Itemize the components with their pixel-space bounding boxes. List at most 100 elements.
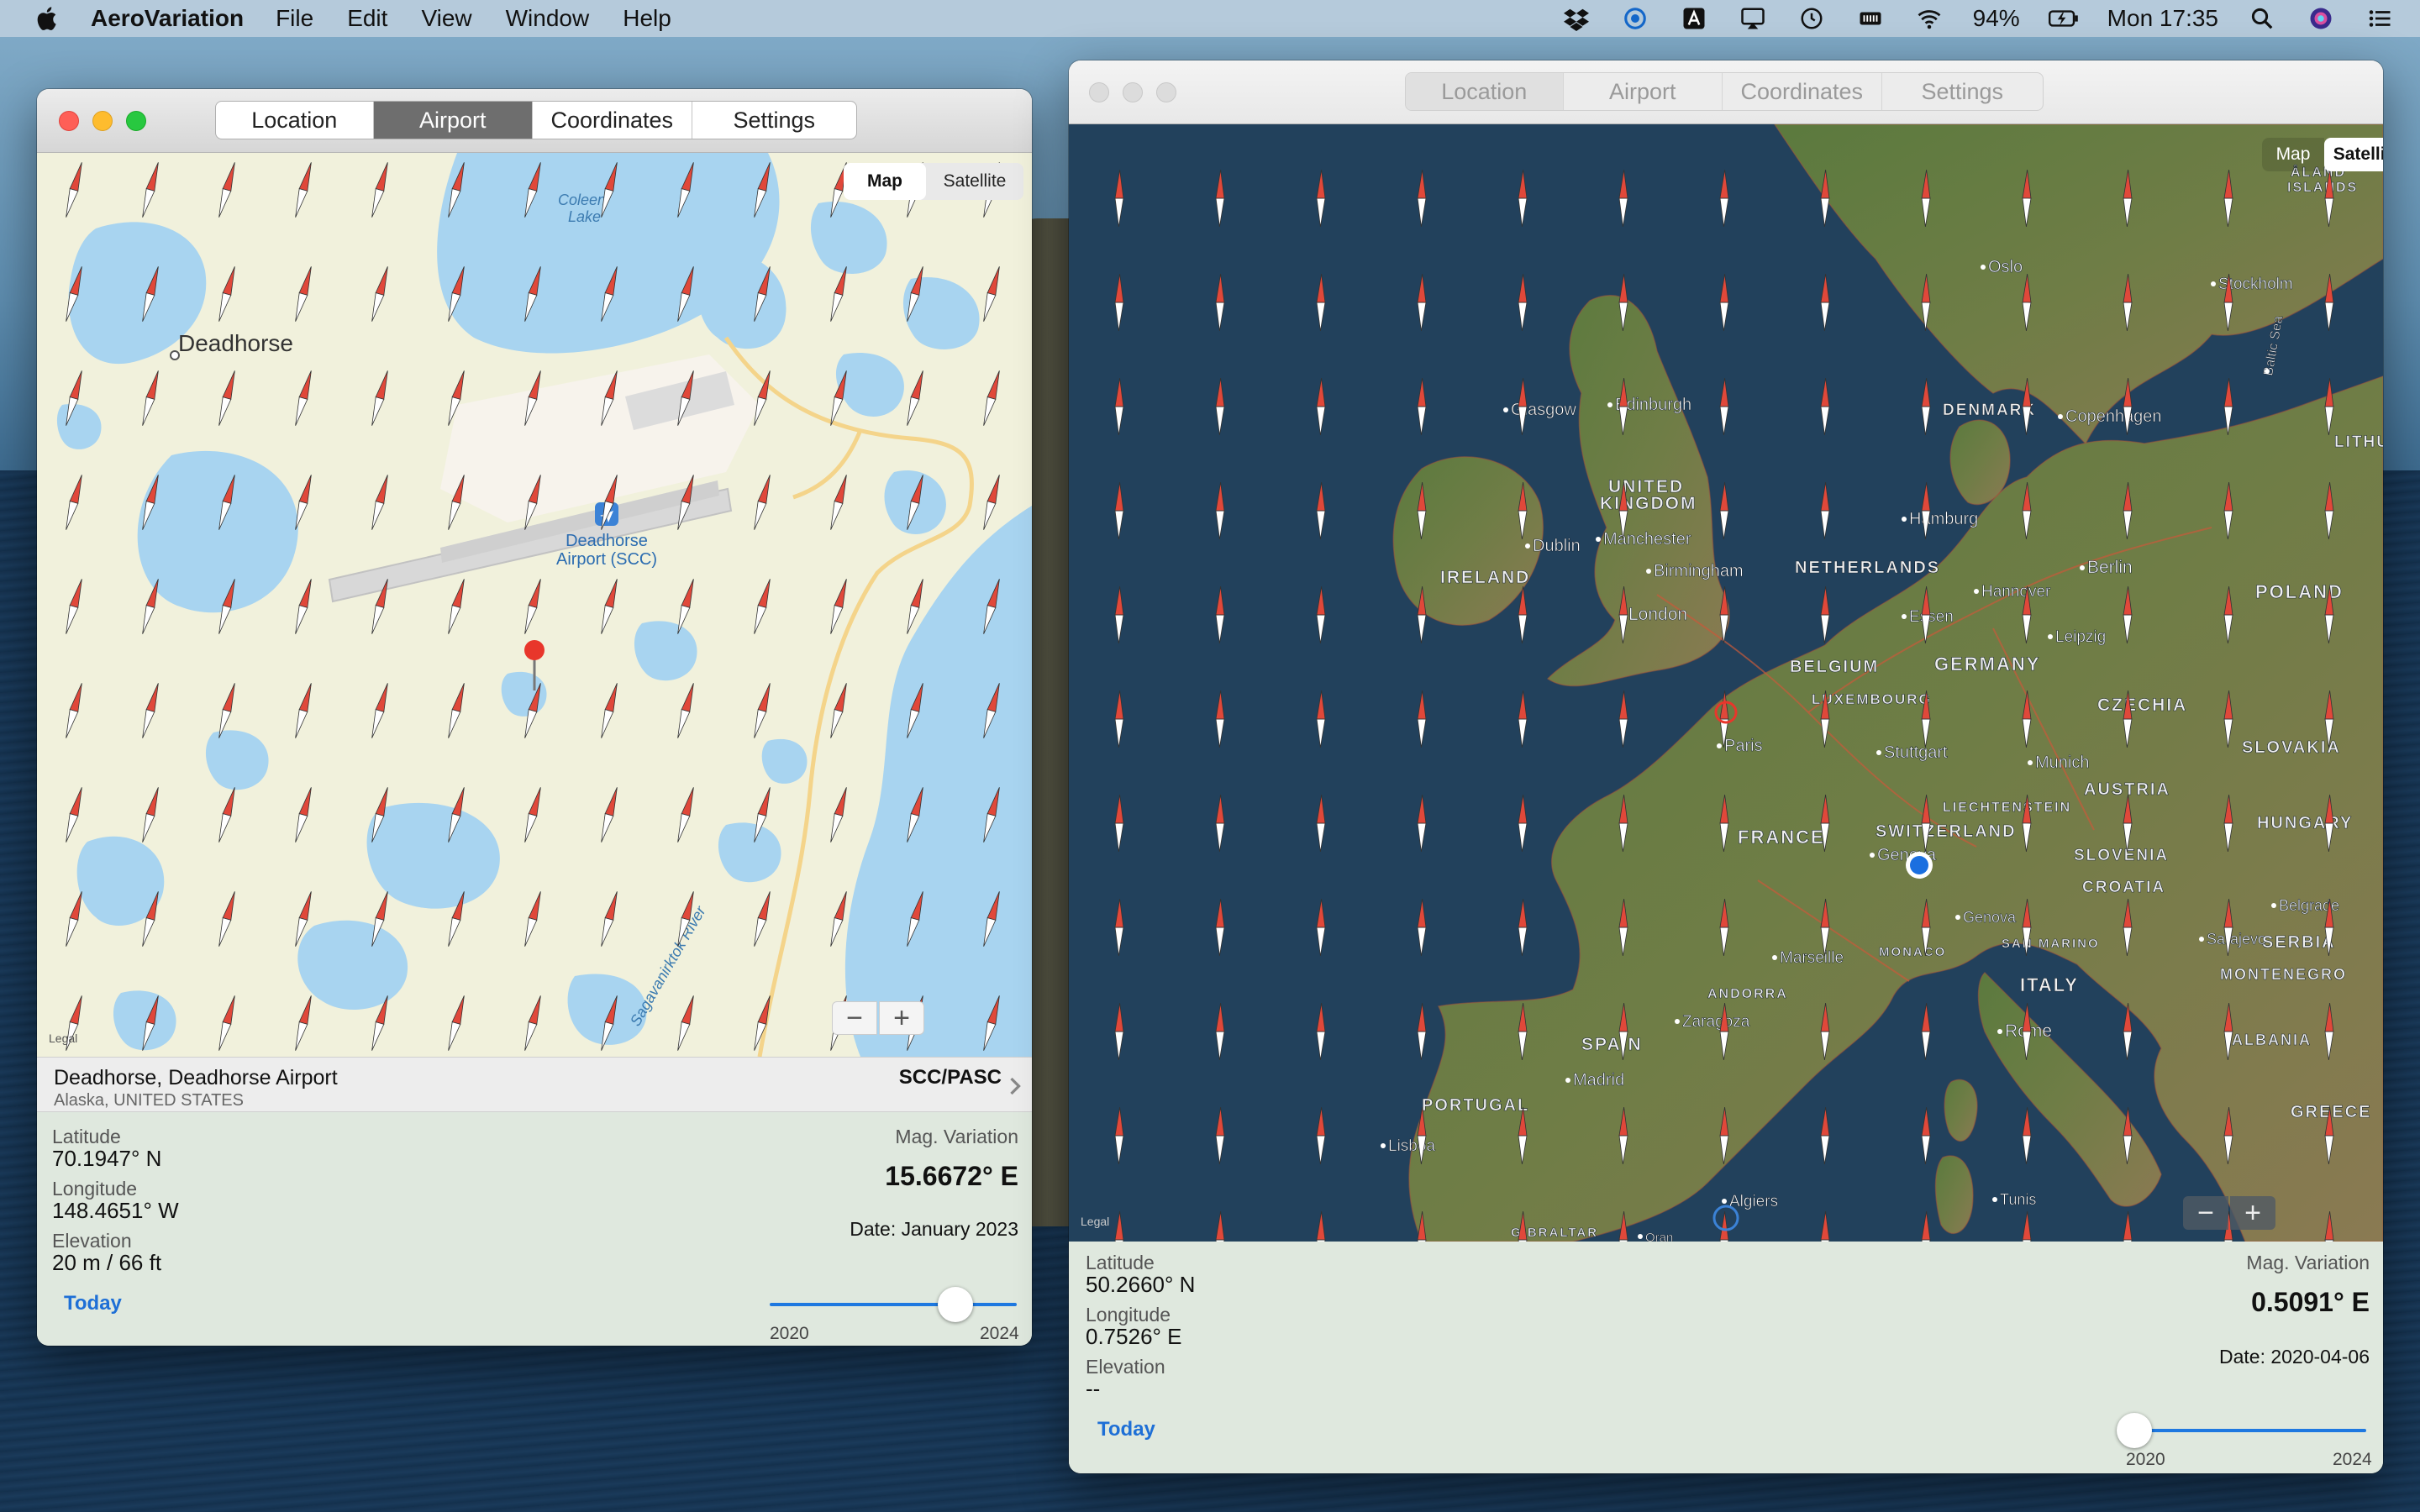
map-type-map[interactable]: Map bbox=[2262, 138, 2324, 171]
memory-icon[interactable] bbox=[1855, 6, 1886, 31]
map-label-slovakia: SLOVAKIA bbox=[2242, 738, 2341, 757]
tab-airport[interactable]: Airport bbox=[1564, 73, 1723, 110]
map-legal-link[interactable]: Legal bbox=[49, 1032, 77, 1045]
compass-needle-icon bbox=[677, 683, 694, 738]
tab-settings[interactable]: Settings bbox=[1882, 73, 2044, 110]
map-label-andorra: ANDORRA bbox=[1707, 987, 1788, 1001]
menu-window[interactable]: Window bbox=[506, 5, 590, 32]
close-button[interactable] bbox=[1089, 82, 1109, 102]
compass-needle-icon bbox=[830, 475, 847, 530]
menu-help[interactable]: Help bbox=[623, 5, 671, 32]
airplay-icon[interactable] bbox=[1738, 6, 1768, 31]
compass-needle-icon bbox=[295, 162, 312, 218]
slider-track[interactable] bbox=[2134, 1429, 2366, 1432]
menu-edit[interactable]: Edit bbox=[347, 5, 387, 32]
close-button[interactable] bbox=[59, 111, 79, 131]
zoom-out-button[interactable]: − bbox=[2183, 1196, 2228, 1230]
siri-icon[interactable] bbox=[2306, 6, 2336, 31]
map-label-zaragoza: Zaragoza bbox=[1682, 1013, 1750, 1031]
menu-file[interactable]: File bbox=[276, 5, 313, 32]
battery-charging-icon[interactable] bbox=[2048, 6, 2079, 31]
map-label-paris: Paris bbox=[1724, 737, 1763, 755]
city-dot bbox=[1525, 543, 1530, 549]
apple-menu-icon[interactable] bbox=[34, 4, 62, 33]
city-dot bbox=[1675, 1019, 1680, 1024]
compass-needle-icon bbox=[371, 475, 388, 530]
tab-location[interactable]: Location bbox=[216, 102, 374, 139]
app-store-icon[interactable] bbox=[1679, 6, 1709, 31]
compass-needle-icon bbox=[66, 162, 82, 218]
compass-needle-icon bbox=[677, 995, 694, 1051]
minimize-button[interactable] bbox=[92, 111, 113, 131]
menubar-clock[interactable]: Mon 17:35 bbox=[2107, 5, 2218, 32]
wifi-icon[interactable] bbox=[1914, 6, 1944, 31]
map-type-map[interactable]: Map bbox=[844, 163, 926, 200]
slider-knob[interactable] bbox=[937, 1287, 973, 1322]
zoom-button[interactable] bbox=[126, 111, 146, 131]
city-dot bbox=[1638, 1234, 1643, 1239]
compass-needle-icon bbox=[677, 787, 694, 843]
airport-info-bar[interactable]: Deadhorse, Deadhorse Airport Alaska, UNI… bbox=[37, 1057, 1032, 1112]
spotlight-search-icon[interactable] bbox=[2247, 6, 2277, 31]
today-button[interactable]: Today bbox=[64, 1292, 122, 1315]
map-label-lake-2: Lake bbox=[568, 208, 601, 225]
minimize-button[interactable] bbox=[1123, 82, 1143, 102]
sync-icon[interactable] bbox=[1620, 6, 1650, 31]
zoom-out-button[interactable]: − bbox=[832, 1001, 877, 1035]
compass-needle-icon bbox=[142, 683, 159, 738]
tab-airport[interactable]: Airport bbox=[373, 102, 534, 139]
map-label-hamburg: Hamburg bbox=[1909, 510, 1978, 528]
time-machine-icon[interactable] bbox=[1797, 6, 1827, 31]
map-type-satellite[interactable]: Satellite bbox=[926, 163, 1023, 200]
latitude-label: Latitude bbox=[52, 1126, 121, 1147]
notification-center-icon[interactable] bbox=[2365, 6, 2395, 31]
tab-coordinates[interactable]: Coordinates bbox=[533, 102, 692, 139]
city-dot bbox=[1902, 517, 1907, 522]
satellite-map[interactable]: Oslo ÅLAND ISLANDS Stockholm Baltic Sea Glasg… bbox=[1069, 124, 2383, 1242]
compass-needle-icon bbox=[754, 579, 771, 634]
compass-needle-icon bbox=[295, 370, 312, 426]
menu-view[interactable]: View bbox=[421, 5, 471, 32]
compass-needle-icon bbox=[142, 787, 159, 843]
elevation-label: Elevation bbox=[52, 1230, 132, 1252]
map-label-albania: ALBANIA bbox=[2232, 1032, 2312, 1048]
zoom-in-button[interactable]: + bbox=[879, 1001, 924, 1035]
tab-coordinates[interactable]: Coordinates bbox=[1723, 73, 1882, 110]
title-bar[interactable]: Location Airport Coordinates Settings bbox=[37, 89, 1032, 153]
tab-settings[interactable]: Settings bbox=[692, 102, 856, 139]
zoom-button[interactable] bbox=[1156, 82, 1176, 102]
compass-needle-icon bbox=[218, 787, 235, 843]
map-legal-link[interactable]: Legal bbox=[1081, 1215, 1109, 1228]
map-label-munich: Munich bbox=[2035, 753, 2089, 772]
compass-needle-icon bbox=[371, 266, 388, 322]
map-label-leipzig: Leipzig bbox=[2055, 628, 2106, 646]
title-bar[interactable]: Location Airport Coordinates Settings bbox=[1069, 60, 2383, 124]
map-label-denmark: DENMARK bbox=[1943, 402, 2036, 419]
compass-needle-icon bbox=[295, 579, 312, 634]
date-slider[interactable] bbox=[770, 1287, 1017, 1322]
city-dot bbox=[1596, 537, 1601, 542]
slider-track[interactable] bbox=[770, 1303, 1017, 1306]
today-button[interactable]: Today bbox=[1097, 1418, 1155, 1441]
date-slider[interactable] bbox=[2117, 1413, 2366, 1448]
airport-map[interactable]: Deadhorse Coleen Lake Sagavanirktok Rive… bbox=[37, 153, 1032, 1057]
map-label-islands: ISLANDS bbox=[2287, 181, 2358, 195]
map-label-czechia: CZECHIA bbox=[2097, 696, 2187, 715]
app-name-menu[interactable]: AeroVariation bbox=[91, 5, 244, 32]
dropbox-icon[interactable] bbox=[1561, 6, 1591, 31]
compass-needle-icon bbox=[66, 787, 82, 843]
compass-needle-icon bbox=[218, 266, 235, 322]
tab-location[interactable]: Location bbox=[1406, 73, 1564, 110]
zoom-controls: − + bbox=[2183, 1196, 2275, 1230]
city-dot bbox=[1565, 1078, 1570, 1083]
airport-region: Alaska, UNITED STATES bbox=[54, 1091, 244, 1110]
slider-knob[interactable] bbox=[2117, 1413, 2152, 1448]
mag-variation-value: 0.5091° E bbox=[2251, 1287, 2370, 1317]
zoom-in-button[interactable]: + bbox=[2230, 1196, 2275, 1230]
map-type-satellite[interactable]: Satellite bbox=[2324, 138, 2383, 171]
compass-needle-icon bbox=[448, 995, 465, 1051]
compass-needle-icon bbox=[754, 891, 771, 947]
longitude-value: 148.4651° W bbox=[52, 1198, 179, 1223]
chevron-right-icon[interactable] bbox=[1008, 1076, 1022, 1096]
map-label-netherlands: NETHERLANDS bbox=[1795, 559, 1940, 577]
